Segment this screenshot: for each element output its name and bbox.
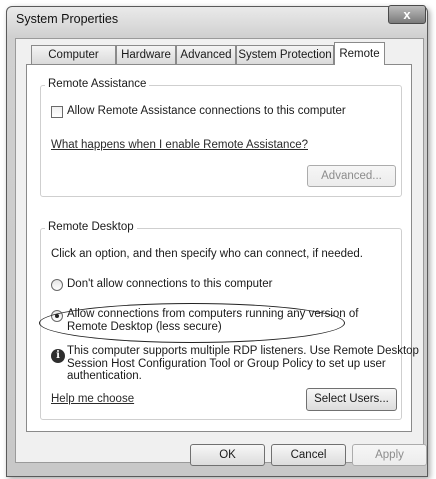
close-icon: x (403, 7, 411, 22)
apply-button[interactable]: Apply (352, 444, 427, 466)
highlight-oval (39, 303, 345, 343)
dont-allow-label[interactable]: Don't allow connections to this computer (67, 278, 272, 290)
rdp-info-line3: authentication. (67, 370, 142, 382)
allow-remote-assistance-checkbox[interactable] (51, 106, 63, 118)
cancel-button[interactable]: Cancel (271, 444, 346, 466)
tab-hardware[interactable]: Hardware (116, 45, 176, 64)
remote-assistance-help-link[interactable]: What happens when I enable Remote Assist… (51, 139, 308, 151)
help-me-choose-link[interactable]: Help me choose (51, 393, 134, 405)
close-button[interactable]: x (388, 5, 426, 24)
tab-remote[interactable]: Remote (334, 42, 385, 65)
advanced-button[interactable]: Advanced... (307, 165, 396, 187)
tab-computer-name[interactable]: Computer Name (31, 45, 116, 79)
select-users-button[interactable]: Select Users... (306, 388, 397, 411)
rdp-info-line1: This computer supports multiple RDP list… (67, 345, 419, 357)
rdp-info-text: This computer supports multiple RDP list… (67, 345, 419, 383)
window-title: System Properties (16, 12, 119, 26)
tab-system-protection[interactable]: System Protection (236, 45, 334, 64)
rdp-info-line2: Session Host Configuration Tool or Group… (67, 357, 386, 370)
remote-desktop-legend: Remote Desktop (45, 221, 137, 233)
info-icon: i (51, 349, 65, 363)
tab-advanced[interactable]: Advanced (176, 45, 236, 64)
remote-assistance-legend: Remote Assistance (45, 78, 150, 90)
allow-remote-assistance-label[interactable]: Allow Remote Assistance connections to t… (67, 105, 346, 117)
dont-allow-radio[interactable] (51, 279, 63, 291)
remote-desktop-instruction: Click an option, and then specify who ca… (51, 248, 363, 260)
ok-button[interactable]: OK (190, 444, 265, 466)
